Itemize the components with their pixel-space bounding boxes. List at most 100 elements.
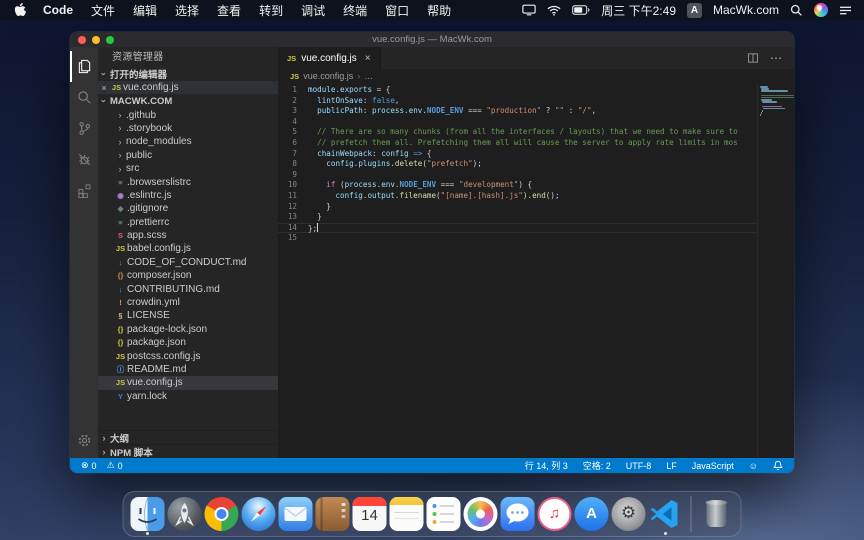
file-item[interactable]: {}composer.json xyxy=(98,269,278,282)
file-item[interactable]: Yyarn.lock xyxy=(98,390,278,403)
project-section-header[interactable]: › MACWK.COM xyxy=(98,94,278,108)
tab-close-icon[interactable]: × xyxy=(365,53,371,64)
dock-contacts[interactable] xyxy=(316,497,350,531)
menu-item[interactable]: 帮助 xyxy=(418,2,460,19)
problems-errors[interactable]: ⊗ 0 xyxy=(78,460,100,471)
menu-item[interactable]: 转到 xyxy=(250,2,292,19)
file-item[interactable]: ⓘREADME.md xyxy=(98,363,278,376)
apple-menu[interactable] xyxy=(12,3,34,17)
wifi-icon[interactable] xyxy=(547,5,561,16)
menu-bar: Code 文件编辑选择查看转到调试终端窗口帮助 周三 下午2:49 A MacW… xyxy=(0,0,864,20)
dock-photos[interactable] xyxy=(464,497,498,531)
item-label: README.md xyxy=(127,364,186,375)
dock-calendar[interactable]: 14 xyxy=(353,497,387,531)
dock-app-store[interactable]: A xyxy=(575,497,609,531)
spotlight-search-icon[interactable] xyxy=(790,4,803,17)
file-type-icon: ↓ xyxy=(114,258,127,267)
running-indicator xyxy=(664,532,667,535)
menu-item[interactable]: 窗口 xyxy=(376,2,418,19)
code-editor[interactable]: 1module.exports = {2 lintOnSave: false,3… xyxy=(278,83,794,458)
dock-vscode[interactable] xyxy=(649,497,683,531)
menubar-status-text[interactable]: MacWk.com xyxy=(713,3,779,17)
open-editor-item[interactable]: × JS vue.config.js xyxy=(98,81,278,94)
folder-item[interactable]: ›src xyxy=(98,162,278,175)
menu-item[interactable]: 编辑 xyxy=(124,2,166,19)
extensions-icon[interactable] xyxy=(70,175,98,206)
notification-center-icon[interactable] xyxy=(839,5,852,16)
menu-item[interactable]: 终端 xyxy=(334,2,376,19)
dock-chrome[interactable] xyxy=(205,497,239,531)
dock-system-preferences[interactable]: ⚙ xyxy=(612,497,646,531)
file-item[interactable]: ↓CODE_OF_CONDUCT.md xyxy=(98,256,278,269)
battery-icon[interactable] xyxy=(572,5,590,15)
status-eol[interactable]: LF xyxy=(663,461,680,471)
display-icon[interactable] xyxy=(522,4,536,16)
file-item[interactable]: JSbabel.config.js xyxy=(98,242,278,255)
settings-gear-icon[interactable] xyxy=(70,425,98,456)
window-titlebar[interactable]: vue.config.js — MacWk.com xyxy=(70,32,794,47)
tab-vue-config[interactable]: JS vue.config.js × xyxy=(278,47,381,69)
dock-mail[interactable] xyxy=(279,497,313,531)
folder-item[interactable]: ›public xyxy=(98,149,278,162)
status-cursor-position[interactable]: 行 14, 列 3 xyxy=(522,459,571,472)
line-number: 9 xyxy=(278,170,308,181)
dock-music[interactable]: ♫ xyxy=(538,497,572,531)
file-item[interactable]: ≡.browserslistrc xyxy=(98,175,278,188)
status-bar: ⊗ 0 ⚠ 0 行 14, 列 3 空格: 2 UTF-8 LF JavaScript ☺ xyxy=(70,458,794,473)
folder-item[interactable]: ›node_modules xyxy=(98,135,278,148)
menu-app-name[interactable]: Code xyxy=(34,3,82,17)
npm-scripts-section[interactable]: › NPM 脚本 xyxy=(98,444,278,458)
file-item[interactable]: JSpostcss.config.js xyxy=(98,349,278,362)
dock-reminders[interactable] xyxy=(427,497,461,531)
siri-icon[interactable] xyxy=(814,3,828,17)
file-item[interactable]: !crowdin.yml xyxy=(98,296,278,309)
source-control-icon[interactable] xyxy=(70,113,98,144)
chevron-down-icon: › xyxy=(99,95,109,107)
dock-safari[interactable] xyxy=(242,497,276,531)
menu-item[interactable]: 选择 xyxy=(166,2,208,19)
file-item[interactable]: ◆.gitignore xyxy=(98,202,278,215)
minimap[interactable] xyxy=(757,83,794,458)
input-method-icon[interactable]: A xyxy=(687,3,702,18)
file-item[interactable]: §LICENSE xyxy=(98,309,278,322)
search-icon[interactable] xyxy=(70,82,98,113)
folder-item[interactable]: ›.storybook xyxy=(98,122,278,135)
file-item[interactable]: ◉.eslintrc.js xyxy=(98,189,278,202)
outline-section[interactable]: › 大纲 xyxy=(98,430,278,444)
explorer-icon[interactable] xyxy=(70,51,98,82)
dock-trash[interactable] xyxy=(700,497,734,531)
status-indentation[interactable]: 空格: 2 xyxy=(580,459,614,472)
file-item[interactable]: ≡.prettierrc xyxy=(98,216,278,229)
file-item[interactable]: {}package.json xyxy=(98,336,278,349)
dock-finder[interactable] xyxy=(131,497,165,531)
file-item[interactable]: Sapp.scss xyxy=(98,229,278,242)
item-label: .storybook xyxy=(126,123,172,134)
close-window-button[interactable] xyxy=(78,36,86,44)
more-actions-icon[interactable]: ⋯ xyxy=(770,51,783,65)
status-language-mode[interactable]: JavaScript xyxy=(689,461,737,471)
file-item[interactable]: ↓CONTRIBUTING.md xyxy=(98,282,278,295)
file-item[interactable]: JSvue.config.js xyxy=(98,376,278,389)
debug-icon[interactable] xyxy=(70,144,98,175)
notifications-bell-icon[interactable] xyxy=(770,460,786,471)
breadcrumb[interactable]: JS vue.config.js › … xyxy=(278,69,794,83)
open-editors-section[interactable]: › 打开的编辑器 xyxy=(98,67,278,81)
folder-item[interactable]: ›.github xyxy=(98,108,278,121)
dock-messages[interactable] xyxy=(501,497,535,531)
minimize-window-button[interactable] xyxy=(92,36,100,44)
minimap-bar xyxy=(762,106,782,108)
dock-launchpad[interactable] xyxy=(168,497,202,531)
dock-notes[interactable] xyxy=(390,497,424,531)
file-item[interactable]: {}package-lock.json xyxy=(98,323,278,336)
menubar-clock[interactable]: 周三 下午2:49 xyxy=(601,2,676,19)
menu-item[interactable]: 调试 xyxy=(292,2,334,19)
menu-item[interactable]: 查看 xyxy=(208,2,250,19)
zoom-window-button[interactable] xyxy=(106,36,114,44)
status-encoding[interactable]: UTF-8 xyxy=(623,461,655,471)
feedback-smiley-icon[interactable]: ☺ xyxy=(746,461,761,471)
menu-item[interactable]: 文件 xyxy=(82,2,124,19)
code-line: 9 xyxy=(278,170,794,181)
split-editor-icon[interactable] xyxy=(747,52,759,64)
close-icon[interactable]: × xyxy=(98,83,110,93)
problems-warnings[interactable]: ⚠ 0 xyxy=(104,460,126,471)
